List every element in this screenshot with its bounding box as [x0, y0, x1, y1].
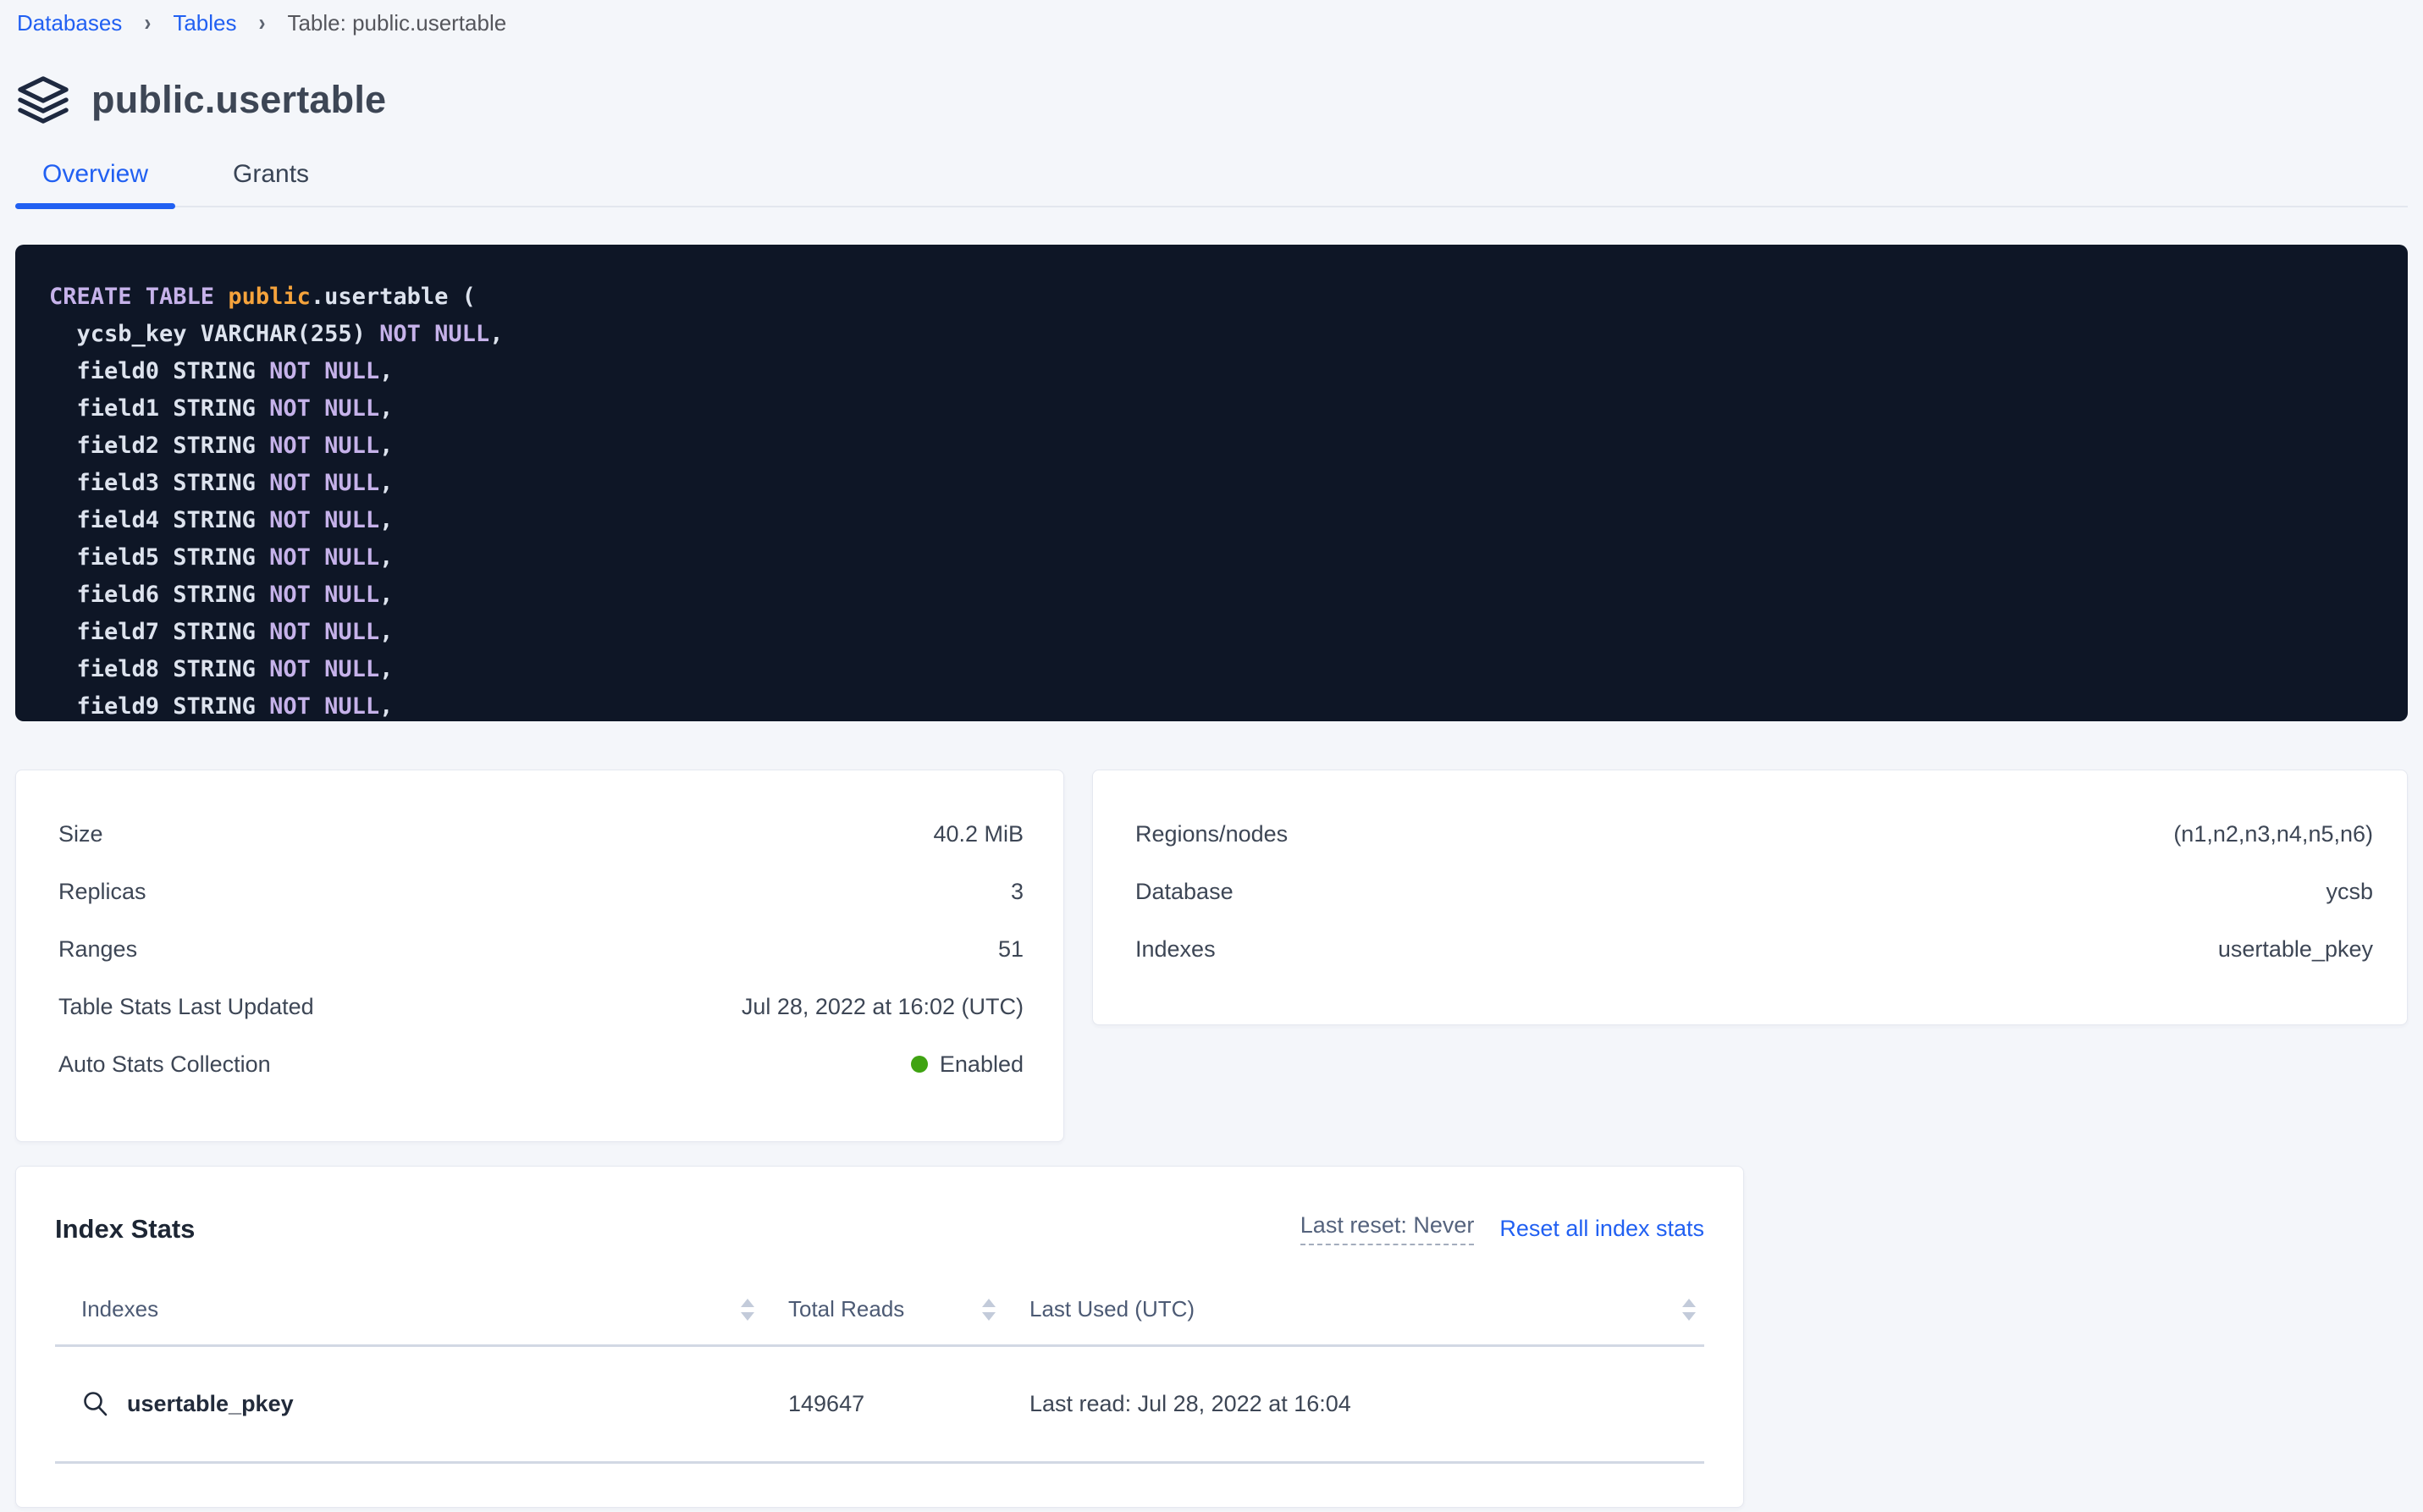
stat-row-replicas: Replicas 3	[58, 863, 1024, 920]
stat-label: Indexes	[1135, 936, 1216, 963]
stat-row-indexes: Indexes usertable_pkey	[1135, 920, 2373, 978]
sql-line: field2 STRING NOT NULL,	[49, 428, 2408, 465]
sort-icon[interactable]	[737, 1295, 758, 1324]
last-used-cell: Last read: Jul 28, 2022 at 16:04	[999, 1391, 1704, 1417]
total-reads-cell: 149647	[758, 1391, 999, 1417]
stat-label: Database	[1135, 879, 1234, 905]
tab-overview[interactable]: Overview	[15, 160, 175, 206]
index-stats-header: Index Stats Last reset: Never Reset all …	[55, 1212, 1704, 1245]
index-stats-title: Index Stats	[55, 1214, 195, 1244]
index-table-header: Indexes Total Reads Last Used (UTC)	[55, 1274, 1704, 1347]
table-stats-card: Size 40.2 MiB Replicas 3 Ranges 51 Table…	[15, 770, 1064, 1142]
page-title: public.usertable	[91, 78, 386, 122]
last-used-value: Last read: Jul 28, 2022 at 16:04	[1029, 1391, 1351, 1417]
sql-line: field1 STRING NOT NULL,	[49, 390, 2408, 428]
column-header-label: Last Used (UTC)	[1029, 1296, 1195, 1322]
sql-line: field7 STRING NOT NULL,	[49, 614, 2408, 651]
tab-grants-label: Grants	[233, 160, 309, 188]
stat-value: 51	[998, 936, 1024, 963]
sql-line: field3 STRING NOT NULL,	[49, 465, 2408, 502]
chevron-right-icon: ›	[144, 9, 151, 36]
breadcrumb-link-tables[interactable]: Tables	[173, 10, 236, 36]
tab-overview-label: Overview	[42, 160, 148, 188]
column-header-label: Indexes	[81, 1296, 158, 1322]
stat-label: Ranges	[58, 936, 137, 963]
column-header-total-reads: Total Reads	[758, 1295, 999, 1324]
sql-line: CREATE TABLE public.usertable (	[49, 279, 2408, 316]
stat-label: Regions/nodes	[1135, 821, 1288, 847]
breadcrumb-current: Table: public.usertable	[287, 10, 506, 36]
stat-label: Auto Stats Collection	[58, 1051, 271, 1078]
index-stats-card: Index Stats Last reset: Never Reset all …	[15, 1166, 1744, 1508]
total-reads-value: 149647	[788, 1391, 864, 1417]
stat-row-size: Size 40.2 MiB	[58, 805, 1024, 863]
stat-row-ranges: Ranges 51	[58, 920, 1024, 978]
stat-value: 40.2 MiB	[933, 821, 1024, 847]
index-stats-controls: Last reset: Never Reset all index stats	[1300, 1212, 1704, 1245]
stat-label: Table Stats Last Updated	[58, 994, 314, 1020]
stat-label: Size	[58, 821, 103, 847]
stat-value: Jul 28, 2022 at 16:02 (UTC)	[742, 994, 1024, 1020]
sql-line: field4 STRING NOT NULL,	[49, 502, 2408, 539]
column-header-label: Total Reads	[788, 1296, 904, 1322]
search-icon	[81, 1390, 110, 1419]
create-table-sql-block[interactable]: CREATE TABLE public.usertable ( ycsb_key…	[15, 245, 2408, 721]
stat-row-auto-stats: Auto Stats Collection Enabled	[58, 1035, 1024, 1093]
breadcrumb: Databases › Tables › Table: public.usert…	[15, 0, 2408, 36]
sort-icon[interactable]	[979, 1295, 999, 1324]
sql-line: field5 STRING NOT NULL,	[49, 539, 2408, 577]
tab-grants[interactable]: Grants	[206, 160, 336, 206]
index-name-cell: usertable_pkey	[55, 1390, 758, 1419]
chevron-right-icon: ›	[258, 9, 265, 36]
sort-icon[interactable]	[1679, 1295, 1699, 1324]
stat-value: 3	[1011, 879, 1024, 905]
status-enabled-dot-icon	[911, 1056, 928, 1073]
summary-cards-row: Size 40.2 MiB Replicas 3 Ranges 51 Table…	[15, 770, 2408, 1142]
stat-row-regions: Regions/nodes (n1,n2,n3,n4,n5,n6)	[1135, 805, 2373, 863]
stat-value: usertable_pkey	[2218, 936, 2373, 963]
table-meta-card: Regions/nodes (n1,n2,n3,n4,n5,n6) Databa…	[1092, 770, 2408, 1025]
sql-line: field9 STRING NOT NULL,	[49, 688, 2408, 721]
stat-row-stats-updated: Table Stats Last Updated Jul 28, 2022 at…	[58, 978, 1024, 1035]
stat-value: ycsb	[2326, 879, 2373, 905]
layers-icon	[17, 75, 69, 124]
sql-line: field0 STRING NOT NULL,	[49, 353, 2408, 390]
index-name-label: usertable_pkey	[127, 1391, 294, 1417]
tab-bar: Overview Grants	[15, 160, 2408, 207]
index-link[interactable]: usertable_pkey	[81, 1390, 294, 1419]
reset-index-stats-link[interactable]: Reset all index stats	[1499, 1216, 1704, 1242]
last-reset-label[interactable]: Last reset: Never	[1300, 1212, 1475, 1245]
sql-line: field6 STRING NOT NULL,	[49, 577, 2408, 614]
page-header: public.usertable	[15, 75, 2408, 124]
column-header-last-used: Last Used (UTC)	[999, 1295, 1704, 1324]
stat-row-database: Database ycsb	[1135, 863, 2373, 920]
stat-value: Enabled	[911, 1051, 1024, 1078]
index-table-row: usertable_pkey 149647 Last read: Jul 28,…	[55, 1347, 1704, 1464]
breadcrumb-link-databases[interactable]: Databases	[17, 10, 122, 36]
sql-line: ycsb_key VARCHAR(255) NOT NULL,	[49, 316, 2408, 353]
column-header-indexes: Indexes	[55, 1295, 758, 1324]
table-detail-page: Databases › Tables › Table: public.usert…	[0, 0, 2423, 1512]
status-enabled-label: Enabled	[940, 1051, 1024, 1078]
stat-value: (n1,n2,n3,n4,n5,n6)	[2173, 821, 2373, 847]
sql-line: field8 STRING NOT NULL,	[49, 651, 2408, 688]
stat-label: Replicas	[58, 879, 146, 905]
